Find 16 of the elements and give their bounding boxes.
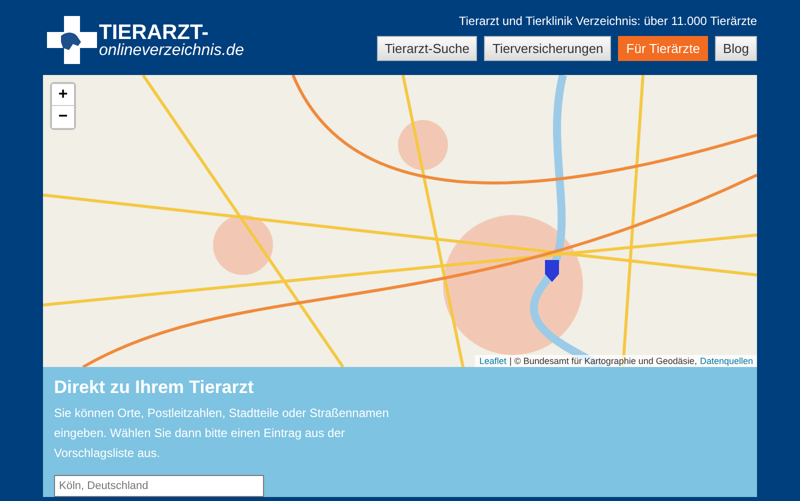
data-sources-link[interactable]: Datenquellen: [700, 356, 753, 366]
tagline: Tierarzt und Tierklinik Verzeichnis: über 11.000 Tierärzte: [458, 14, 757, 28]
nav-button[interactable]: Tierarzt-Suche: [376, 36, 478, 61]
logo-domain: onlineverzeichnis.de: [99, 42, 244, 58]
leaflet-link[interactable]: Leaflet: [479, 356, 506, 366]
location-pin-icon[interactable]: [545, 260, 559, 282]
map-placeholder[interactable]: + − Leaflet | © Bundesamt für Kartographie und Geodäsie, Datenquellen: [43, 75, 757, 367]
nav-button[interactable]: Tierversicherungen: [484, 36, 612, 61]
logo-cross-icon: [47, 16, 97, 64]
location-input-field[interactable]: Köln, Deutschland: [54, 475, 264, 497]
nav-button[interactable]: Blog: [714, 36, 757, 61]
panel-description: Sie können Orte, Postleitzahlen, Stadtteile oder Straßennamen eingeben. Wählen Sie dann bitte einen Eintrag aus der Vorschlagsliste aus.: [54, 405, 390, 462]
zoom-in-button[interactable]: +: [52, 84, 74, 106]
panel-title: Direkt zu Ihrem Tierarzt: [54, 377, 255, 398]
attribution-text: | © Bundesamt für Kartographie und Geodäsie,: [509, 356, 697, 366]
logo-title: TIERARZT-: [99, 22, 209, 42]
